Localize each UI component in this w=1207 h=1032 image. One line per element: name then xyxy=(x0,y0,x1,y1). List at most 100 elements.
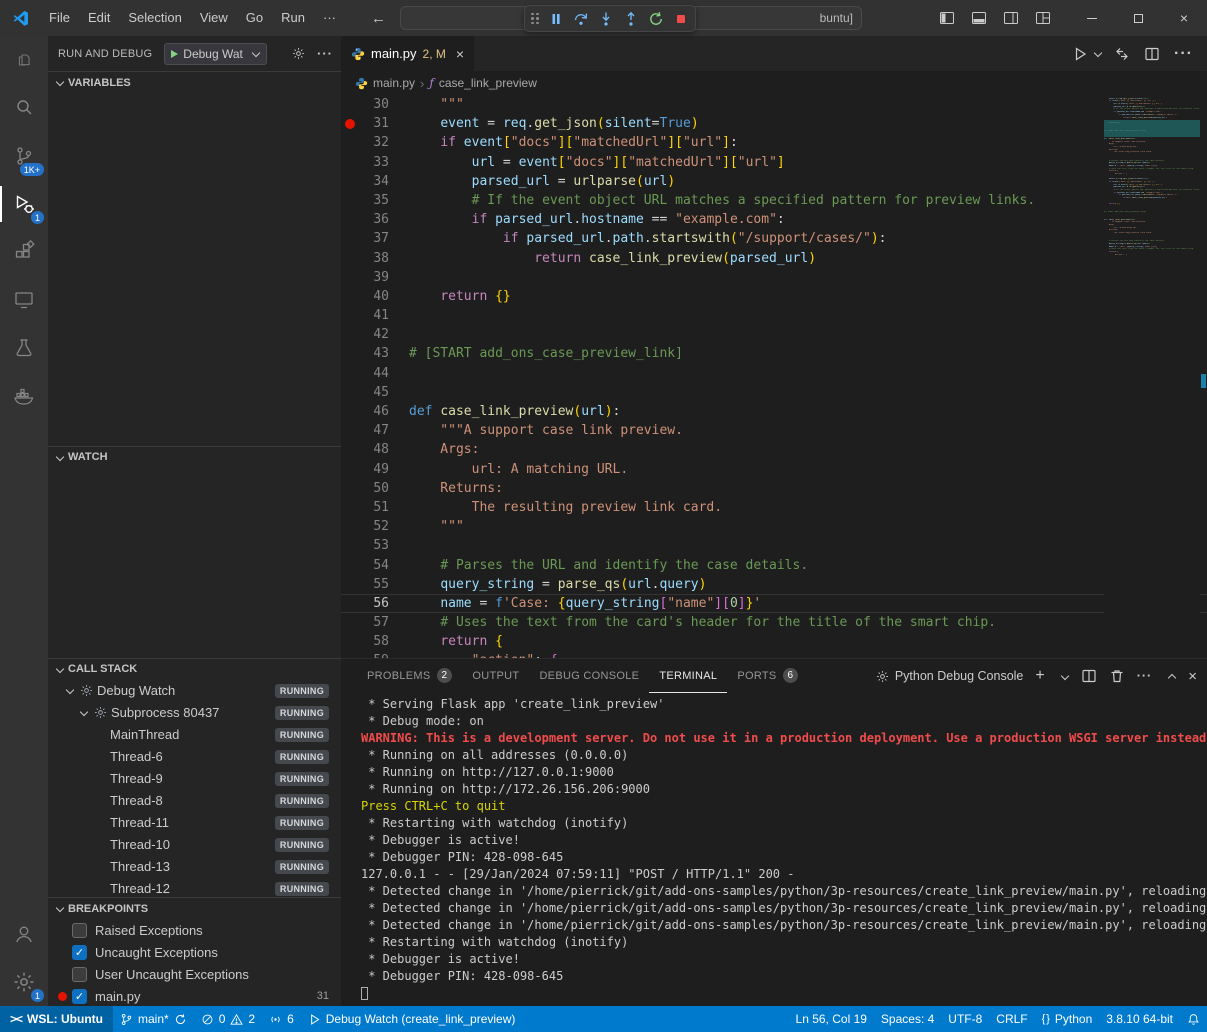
indentation-status[interactable]: Spaces: 4 xyxy=(874,1006,941,1032)
code-line[interactable]: 49 url: A matching URL. xyxy=(341,460,1207,479)
menu-item-5[interactable]: Run xyxy=(272,10,314,25)
gutter-breakpoint-slot[interactable] xyxy=(341,172,357,191)
callstack-item[interactable]: Thread-8RUNNING xyxy=(48,790,341,812)
breakpoint-checkbox[interactable]: ✓ xyxy=(72,989,87,1004)
debug-session-status[interactable]: Debug Watch (create_link_preview) xyxy=(301,1006,523,1032)
code-line[interactable]: 43# [START add_ons_case_preview_link] xyxy=(341,344,1207,363)
language-mode-status[interactable]: { } Python xyxy=(1035,1006,1100,1032)
close-panel-icon[interactable]: × xyxy=(1188,668,1197,685)
code-line[interactable]: 42 xyxy=(341,325,1207,344)
gutter-breakpoint-slot[interactable] xyxy=(341,95,357,114)
menu-item-0[interactable]: File xyxy=(40,10,79,25)
chevron-down-icon[interactable] xyxy=(1057,668,1069,684)
gear-icon[interactable] xyxy=(292,47,305,60)
code-line[interactable]: 59 "action": { xyxy=(341,651,1207,658)
debug-step-out-icon[interactable] xyxy=(623,11,639,27)
gutter-breakpoint-slot[interactable] xyxy=(341,479,357,498)
nav-back-icon[interactable]: ← xyxy=(371,10,386,27)
section-variables[interactable]: VARIABLES xyxy=(48,71,341,93)
close-tab-icon[interactable]: × xyxy=(456,46,464,62)
code-line[interactable]: 57 # Uses the text from the card's heade… xyxy=(341,613,1207,632)
forwarded-ports-status[interactable]: 6 xyxy=(262,1006,301,1032)
breakpoint-item[interactable]: User Uncaught Exceptions xyxy=(48,963,341,985)
maximize-button[interactable] xyxy=(1115,0,1161,36)
panel-tab-ports[interactable]: PORTS6 xyxy=(727,659,808,693)
code-line[interactable]: 39 xyxy=(341,268,1207,287)
git-branch-status[interactable]: main* xyxy=(113,1006,194,1032)
start-debug-icon[interactable] xyxy=(171,50,178,58)
minimize-button[interactable] xyxy=(1069,0,1115,36)
breakpoint-item[interactable]: Raised Exceptions xyxy=(48,919,341,941)
panel-tab-output[interactable]: OUTPUT xyxy=(462,659,529,693)
activity-explorer[interactable] xyxy=(0,36,48,84)
notifications-status[interactable] xyxy=(1180,1006,1207,1032)
more-actions-icon[interactable]: ··· xyxy=(317,46,333,61)
gutter-breakpoint-slot[interactable] xyxy=(341,306,357,325)
gutter-breakpoint-slot[interactable] xyxy=(341,594,357,613)
activity-run-debug[interactable]: 1 xyxy=(0,180,48,228)
active-terminal-selector[interactable]: Python Debug Console xyxy=(876,669,1024,683)
section-breakpoints[interactable]: BREAKPOINTS xyxy=(48,897,341,919)
activity-extensions[interactable] xyxy=(0,228,48,276)
minimap[interactable]: """ event = req.get_json(silent=True) if… xyxy=(1104,95,1200,658)
callstack-item[interactable]: Debug WatchRUNNING xyxy=(48,680,341,702)
more-actions-icon[interactable]: ··· xyxy=(1174,45,1193,63)
activity-testing[interactable] xyxy=(0,324,48,372)
code-line[interactable]: 40 return {} xyxy=(341,287,1207,306)
activity-source-control[interactable]: 1K+ xyxy=(0,132,48,180)
callstack-item[interactable]: Thread-12RUNNING xyxy=(48,878,341,897)
gutter-breakpoint-slot[interactable] xyxy=(341,153,357,172)
open-changes-icon[interactable] xyxy=(1114,46,1130,62)
eol-status[interactable]: CRLF xyxy=(989,1006,1034,1032)
code-line[interactable]: 34 parsed_url = urlparse(url) xyxy=(341,172,1207,191)
activity-search[interactable] xyxy=(0,84,48,132)
code-line[interactable]: 53 xyxy=(341,536,1207,555)
code-line[interactable]: 38 return case_link_preview(parsed_url) xyxy=(341,249,1207,268)
terminal-output[interactable]: * Serving Flask app 'create_link_preview… xyxy=(341,693,1207,1006)
code-line[interactable]: 54 # Parses the URL and identify the cas… xyxy=(341,556,1207,575)
problems-status[interactable]: 0 2 xyxy=(194,1006,262,1032)
toggle-panel-icon[interactable] xyxy=(971,10,987,26)
python-interpreter-status[interactable]: 3.8.10 64-bit xyxy=(1099,1006,1180,1032)
new-terminal-button[interactable]: + xyxy=(1035,667,1044,685)
gutter-breakpoint-slot[interactable] xyxy=(341,440,357,459)
tab-main-py[interactable]: main.py 2, M × xyxy=(341,36,475,71)
gutter-breakpoint-slot[interactable] xyxy=(341,191,357,210)
gutter-breakpoint-slot[interactable] xyxy=(341,632,357,651)
debug-pause-icon[interactable] xyxy=(548,11,564,27)
code-line[interactable]: 55 query_string = parse_qs(url.query) xyxy=(341,575,1207,594)
callstack-item[interactable]: Thread-6RUNNING xyxy=(48,746,341,768)
breakpoint-checkbox[interactable] xyxy=(72,923,87,938)
menu-item-4[interactable]: Go xyxy=(237,10,272,25)
code-line[interactable]: 37 if parsed_url.path.startswith("/suppo… xyxy=(341,229,1207,248)
kill-terminal-trash-icon[interactable] xyxy=(1109,668,1125,684)
gutter-breakpoint-slot[interactable] xyxy=(341,536,357,555)
breakpoint-item[interactable]: ✓Uncaught Exceptions xyxy=(48,941,341,963)
debug-step-over-icon[interactable] xyxy=(573,11,589,27)
section-call-stack[interactable]: CALL STACK xyxy=(48,658,341,680)
code-line[interactable]: 35 # If the event object URL matches a s… xyxy=(341,191,1207,210)
code-line[interactable]: 41 xyxy=(341,306,1207,325)
gutter-breakpoint-slot[interactable] xyxy=(341,613,357,632)
menu-item-2[interactable]: Selection xyxy=(119,10,190,25)
callstack-item[interactable]: MainThreadRUNNING xyxy=(48,724,341,746)
more-actions-icon[interactable]: ··· xyxy=(1137,669,1153,683)
panel-tab-problems[interactable]: PROBLEMS2 xyxy=(357,659,462,693)
code-line[interactable]: 56 name = f'Case: {query_string["name"][… xyxy=(341,594,1207,613)
code-line[interactable]: 47 """A support case link preview. xyxy=(341,421,1207,440)
gutter-breakpoint-slot[interactable] xyxy=(341,556,357,575)
gutter-breakpoint-slot[interactable] xyxy=(341,498,357,517)
customize-layout-icon[interactable] xyxy=(1035,10,1051,26)
gutter-breakpoint-slot[interactable] xyxy=(341,287,357,306)
code-line[interactable]: 46def case_link_preview(url): xyxy=(341,402,1207,421)
gutter-breakpoint-slot[interactable] xyxy=(341,133,357,152)
maximize-panel-icon[interactable] xyxy=(1164,668,1176,684)
gutter-breakpoint-slot[interactable] xyxy=(341,383,357,402)
menu-item-3[interactable]: View xyxy=(191,10,237,25)
code-line[interactable]: 32 if event["docs"]["matchedUrl"]["url"]… xyxy=(341,133,1207,152)
toolbar-drag-handle[interactable] xyxy=(531,13,539,25)
split-editor-icon[interactable] xyxy=(1144,46,1160,62)
callstack-item[interactable]: Thread-13RUNNING xyxy=(48,856,341,878)
activity-docker[interactable] xyxy=(0,372,48,420)
code-line[interactable]: 58 return { xyxy=(341,632,1207,651)
